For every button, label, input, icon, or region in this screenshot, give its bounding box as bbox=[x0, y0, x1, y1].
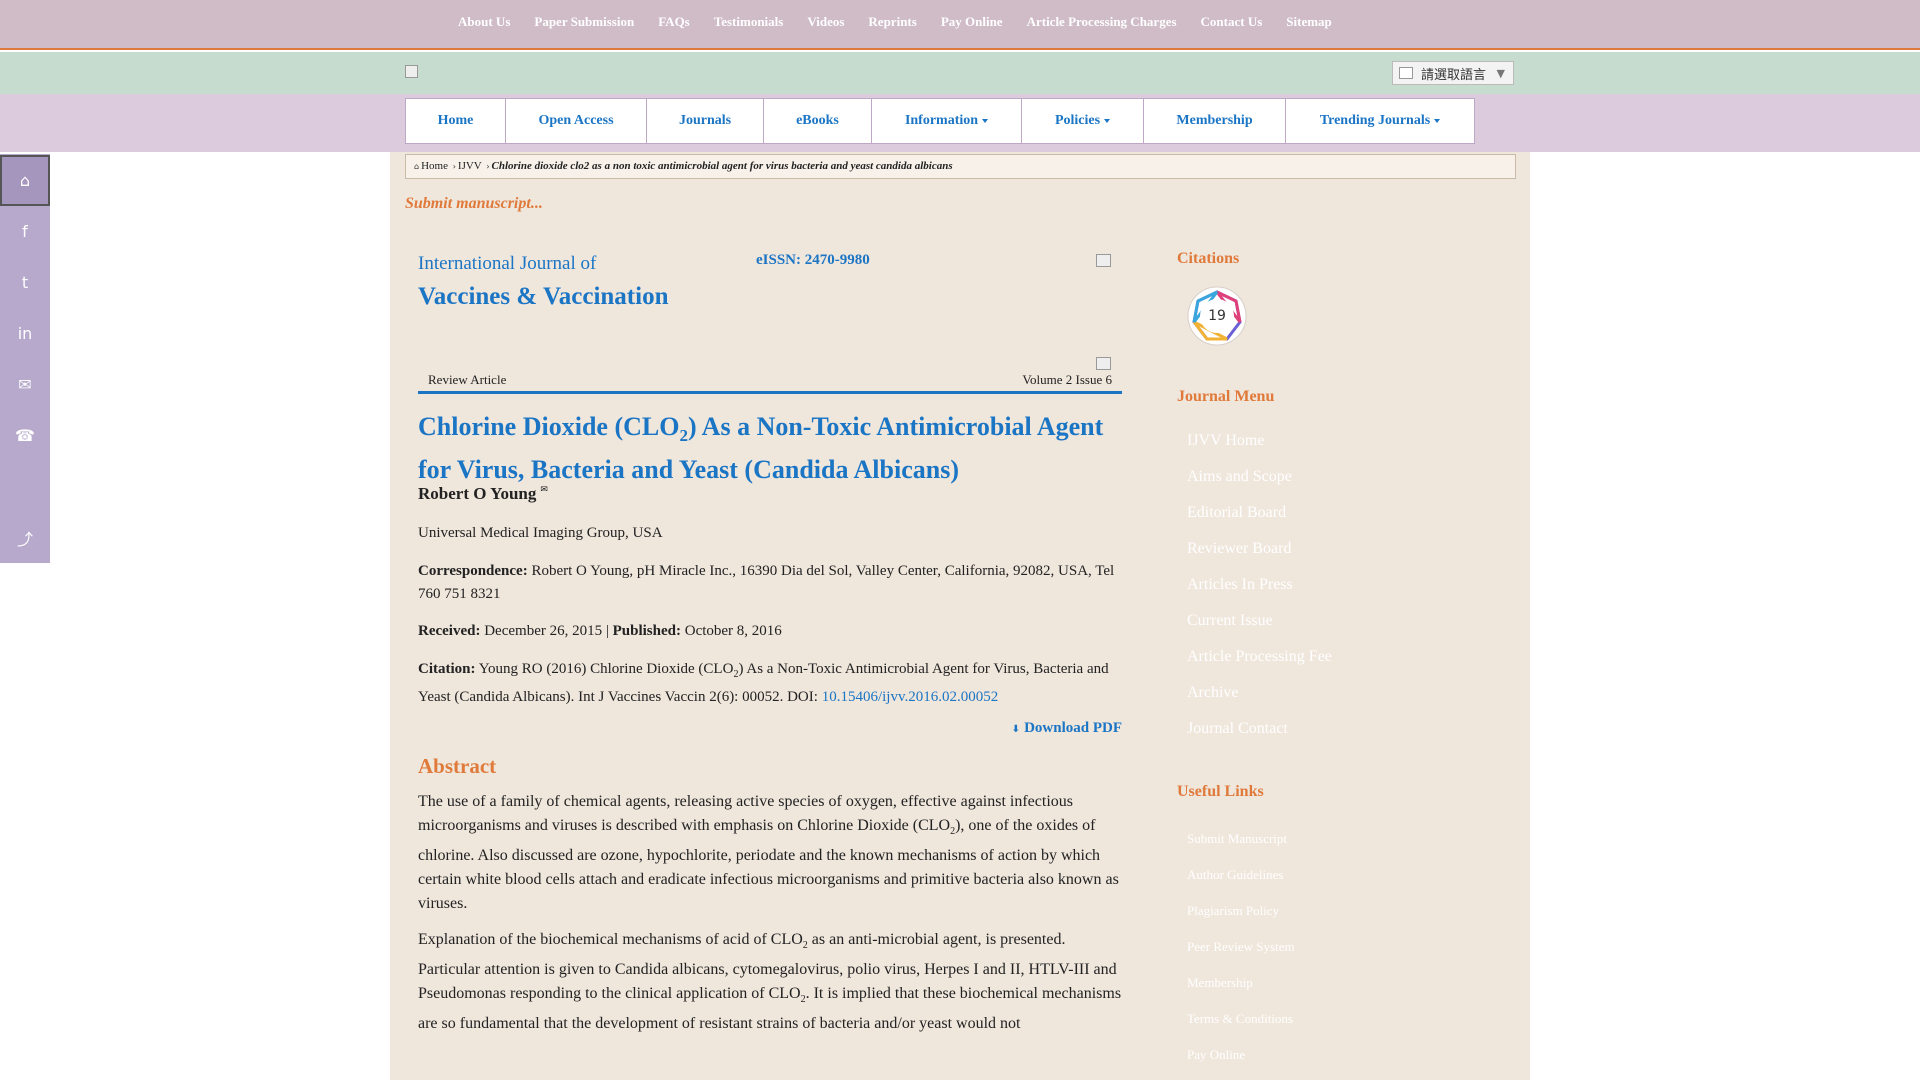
abstract-heading: Abstract bbox=[418, 754, 497, 778]
google-translate-icon bbox=[1399, 67, 1413, 79]
useful-links-heading: Useful Links bbox=[1177, 783, 1264, 800]
journal-menu-heading: Journal Menu bbox=[1177, 388, 1275, 405]
breadcrumb-separator-icon: › bbox=[486, 162, 490, 171]
nav-journals[interactable]: Journals bbox=[647, 99, 764, 143]
facebook-icon[interactable]: f bbox=[0, 206, 50, 257]
twitter-icon[interactable]: t bbox=[0, 257, 50, 308]
top-nav-faqs[interactable]: FAQs bbox=[658, 14, 690, 30]
nav-open-access[interactable]: Open Access bbox=[506, 99, 647, 143]
top-nav-contact-us[interactable]: Contact Us bbox=[1201, 14, 1263, 30]
citations-heading: Citations bbox=[1177, 250, 1240, 267]
author-name[interactable]: Robert O Young bbox=[418, 484, 536, 503]
top-nav-testimonials[interactable]: Testimonials bbox=[714, 14, 784, 30]
useful-link-terms-conditions[interactable]: Terms & Conditions bbox=[1187, 1011, 1293, 1027]
correspondence-label: Correspondence: bbox=[418, 563, 528, 579]
journal-menu-current-issue[interactable]: Current Issue bbox=[1187, 612, 1273, 630]
linkedin-icon[interactable]: in bbox=[0, 308, 50, 359]
top-nav-reprints[interactable]: Reprints bbox=[868, 14, 916, 30]
submit-manuscript-link[interactable]: Submit manuscript... bbox=[405, 195, 543, 213]
nav-policies-dropdown[interactable]: Policies bbox=[1022, 99, 1144, 143]
citation-text-part1: Young RO (2016) Chlorine Dioxide (CLO bbox=[478, 661, 734, 677]
logo-bar: 請選取語言 ▼ bbox=[0, 52, 1920, 94]
article-author: Robert O Young ✉ bbox=[418, 484, 548, 504]
top-nav-article-processing-charges[interactable]: Article Processing Charges bbox=[1027, 14, 1177, 30]
journal-menu-editorial-board[interactable]: Editorial Board bbox=[1187, 504, 1286, 522]
envelope-icon[interactable]: ✉ bbox=[540, 485, 548, 495]
breadcrumb-current: Chlorine dioxide clo2 as a non toxic ant… bbox=[491, 160, 953, 172]
social-sidebar: ⌂ f t in ✉ ☎ ⤴ bbox=[0, 154, 50, 563]
journal-title-line2: Vaccines & Vaccination bbox=[418, 283, 669, 310]
download-pdf-button[interactable]: ⬇ Download PDF bbox=[1012, 720, 1122, 737]
published-date: October 8, 2016 bbox=[684, 623, 782, 639]
nav-trending-journals-dropdown[interactable]: Trending Journals bbox=[1286, 99, 1474, 143]
abstract-paragraph-1: The use of a family of chemical agents, … bbox=[418, 790, 1122, 916]
top-nav-sitemap[interactable]: Sitemap bbox=[1286, 14, 1332, 30]
article-volume[interactable]: Volume 2 Issue 6 bbox=[1022, 372, 1112, 388]
received-date: December 26, 2015 bbox=[484, 623, 603, 639]
language-select[interactable]: 請選取語言 ▼ bbox=[1392, 61, 1514, 85]
useful-link-author-guidelines[interactable]: Author Guidelines bbox=[1187, 867, 1283, 883]
nav-information-dropdown[interactable]: Information bbox=[872, 99, 1022, 143]
useful-link-submit-manuscript[interactable]: Submit Manuscript bbox=[1187, 831, 1287, 847]
abstract-paragraph-2: Explanation of the biochemical mechanism… bbox=[418, 928, 1122, 1036]
nav-membership[interactable]: Membership bbox=[1144, 99, 1286, 143]
download-icon: ⬇ bbox=[1011, 724, 1021, 735]
main-nav: Home Open Access Journals eBooks Informa… bbox=[0, 94, 1920, 152]
article-title-subscript: 2 bbox=[679, 426, 688, 446]
journal-menu-aims-and-scope[interactable]: Aims and Scope bbox=[1187, 468, 1292, 486]
breadcrumb-separator-icon: › bbox=[452, 162, 456, 171]
mail-icon[interactable]: ✉ bbox=[0, 359, 50, 410]
citation-label: Citation: bbox=[418, 661, 476, 677]
download-pdf-label: Download PDF bbox=[1024, 720, 1122, 736]
top-nav-pay-online[interactable]: Pay Online bbox=[941, 14, 1003, 30]
main-nav-box: Home Open Access Journals eBooks Informa… bbox=[405, 98, 1475, 144]
breadcrumb: ⌂ Home › IJVV › Chlorine dioxide clo2 as a … bbox=[405, 154, 1516, 179]
useful-link-plagiarism-policy[interactable]: Plagiarism Policy bbox=[1187, 903, 1279, 919]
useful-link-peer-review-system[interactable]: Peer Review System bbox=[1187, 939, 1295, 955]
journal-menu-article-processing-fee[interactable]: Article Processing Fee bbox=[1187, 648, 1332, 666]
journal-menu-ijvv-home[interactable]: IJVV Home bbox=[1187, 432, 1264, 450]
top-nav: About Us Paper Submission FAQs Testimoni… bbox=[458, 14, 1356, 30]
abstract-text: Explanation of the biochemical mechanism… bbox=[418, 931, 803, 948]
article-type: Review Article bbox=[428, 372, 507, 387]
journal-menu-journal-contact[interactable]: Journal Contact bbox=[1187, 720, 1288, 738]
date-separator: | bbox=[605, 623, 609, 639]
article-meta-row: Review Article Volume 2 Issue 6 bbox=[418, 364, 1122, 394]
home-icon: ⌂ bbox=[414, 162, 420, 171]
top-nav-paper-submission[interactable]: Paper Submission bbox=[534, 14, 634, 30]
journal-cover-image bbox=[1096, 254, 1111, 267]
dimensions-citation-badge[interactable]: 19 bbox=[1187, 286, 1247, 346]
article-title-part1: Chlorine Dioxide (CLO bbox=[418, 412, 680, 441]
journal-menu-archive[interactable]: Archive bbox=[1187, 684, 1239, 702]
received-label: Received: bbox=[418, 623, 481, 639]
share-icon[interactable]: ⤴ bbox=[0, 512, 50, 563]
nav-ebooks[interactable]: eBooks bbox=[764, 99, 872, 143]
article-column: International Journal of Vaccines & Vacc… bbox=[418, 242, 1122, 1032]
breadcrumb-journal[interactable]: IJVV bbox=[458, 160, 482, 172]
useful-link-pay-online[interactable]: Pay Online bbox=[1187, 1047, 1245, 1063]
nav-home[interactable]: Home bbox=[406, 99, 506, 143]
article-title: Chlorine Dioxide (CLO2) As a Non-Toxic A… bbox=[418, 410, 1122, 487]
breadcrumb-home[interactable]: Home bbox=[421, 160, 448, 172]
phone-icon[interactable]: ☎ bbox=[0, 410, 50, 461]
page-content: ⌂ Home › IJVV › Chlorine dioxide clo2 as a … bbox=[390, 152, 1530, 1080]
journal-menu-reviewer-board[interactable]: Reviewer Board bbox=[1187, 540, 1291, 558]
correspondence: Correspondence: Robert O Young, pH Mirac… bbox=[418, 560, 1122, 606]
top-nav-about-us[interactable]: About Us bbox=[458, 14, 510, 30]
journal-eissn: eISSN: 2470-9980 bbox=[756, 252, 870, 268]
top-nav-videos[interactable]: Videos bbox=[807, 14, 844, 30]
useful-link-membership[interactable]: Membership bbox=[1187, 975, 1253, 991]
journal-menu-articles-in-press[interactable]: Articles In Press bbox=[1187, 576, 1293, 594]
citation: Citation: Young RO (2016) Chlorine Dioxi… bbox=[418, 658, 1122, 709]
published-label: Published: bbox=[612, 623, 681, 639]
article-dates: Received: December 26, 2015 | Published:… bbox=[418, 620, 1122, 643]
home-icon[interactable]: ⌂ bbox=[0, 155, 50, 206]
author-affiliation: Universal Medical Imaging Group, USA bbox=[418, 525, 663, 541]
site-logo-image[interactable] bbox=[405, 65, 418, 78]
chevron-down-icon: ▼ bbox=[1496, 66, 1505, 80]
language-select-label: 請選取語言 bbox=[1421, 67, 1487, 83]
citations-count: 19 bbox=[1208, 308, 1226, 324]
top-bar: About Us Paper Submission FAQs Testimoni… bbox=[0, 0, 1920, 50]
doi-link[interactable]: 10.15406/ijvv.2016.02.00052 bbox=[822, 689, 999, 705]
